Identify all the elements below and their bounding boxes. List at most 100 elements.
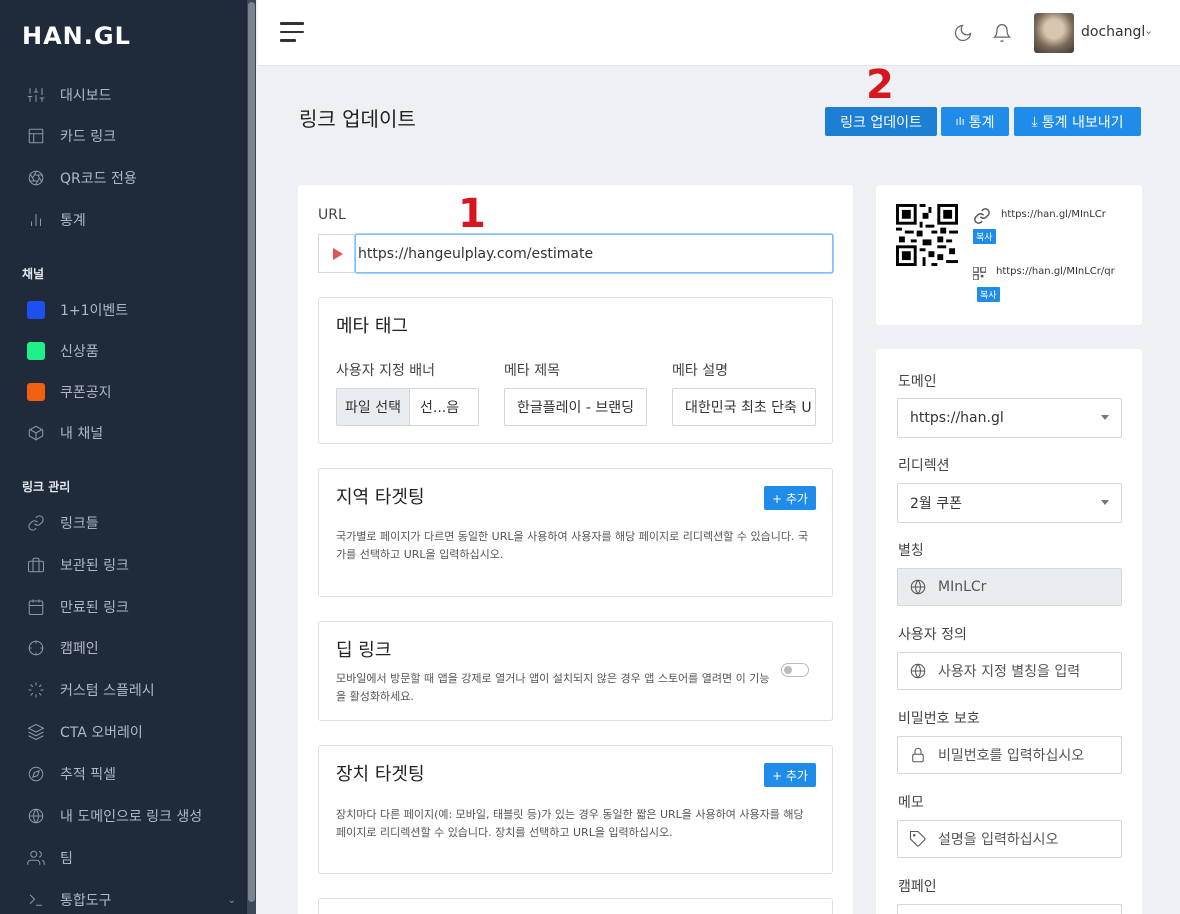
custom-alias-input[interactable]: 사용자 지정 별칭을 입력 [897, 652, 1122, 690]
copy-qr-url-button[interactable]: 복사 [977, 287, 1000, 302]
layers-icon [24, 722, 48, 742]
sidebar-section-links: 링크 관리 [22, 480, 71, 494]
sidebar-item-label: 내 채널 [60, 426, 104, 442]
domain-select[interactable]: https://han.gl [897, 398, 1122, 438]
sidebar-item-label: 내 도메인으로 링크 생성 [60, 809, 203, 825]
sidebar-item-expired[interactable]: 만료된 링크 [24, 592, 244, 622]
channel-color-swatch [24, 382, 48, 402]
sliders-icon [24, 85, 48, 105]
chevron-down-icon: ⌄ [227, 894, 236, 906]
bar-chart-icon: ılı [955, 115, 965, 128]
menu-toggle-icon[interactable] [280, 22, 304, 42]
annotation-2: 2 [866, 62, 894, 108]
aperture-icon [24, 168, 48, 188]
sidebar-item-links[interactable]: 링크들 [24, 508, 244, 538]
moon-icon[interactable] [953, 23, 973, 43]
users-icon [24, 848, 48, 868]
chevron-down-icon[interactable]: ⌄ [1144, 24, 1153, 37]
box-icon [24, 423, 48, 443]
sidebar-item-my-channel[interactable]: 내 채널 [24, 418, 244, 448]
url-input[interactable]: https://hangeulplay.com/estimate [355, 234, 833, 273]
sidebar-item-team[interactable]: 팀 [24, 843, 244, 873]
deep-link-title: 딥 링크 [336, 640, 392, 661]
sidebar-scrollbar[interactable] [247, 0, 256, 914]
banner-file-input[interactable]: 파일 선택 선...음 [336, 388, 479, 426]
annotation-1: 1 [458, 191, 486, 237]
sidebar: HAN.GL 대시보드 카드 링크 QR코드 전용 통계 채널 1+1이벤트 신… [0, 0, 256, 914]
meta-desc-input[interactable]: 대한민국 최초 단축 U [672, 388, 816, 426]
device-targeting-title: 장치 타겟팅 [336, 764, 425, 785]
globe-icon [898, 578, 938, 596]
qr-url-text[interactable]: https://han.gl/MInLCr/qr [996, 266, 1115, 277]
qr-code-image [896, 204, 958, 266]
sidebar-item-stats[interactable]: 통계 [24, 205, 244, 235]
memo-label: 메모 [898, 795, 924, 811]
campaign-label: 캠페인 [898, 879, 937, 895]
link-icon [973, 207, 991, 229]
copy-short-url-button[interactable]: 복사 [973, 229, 996, 244]
stats-button-label: 통계 [968, 114, 995, 131]
sidebar-section-channels: 채널 [22, 267, 45, 281]
export-stats-button[interactable]: ⤓ 통계 내보내기 [1014, 107, 1141, 136]
logo[interactable]: HAN.GL [22, 22, 131, 50]
sidebar-item-label: 만료된 링크 [60, 600, 129, 616]
device-targeting-desc: 장치마다 다른 페이지(예: 모바일, 태블릿 등)가 있는 경우 동일한 짧은… [336, 808, 804, 839]
sidebar-item-label: 캠페인 [60, 641, 99, 657]
update-link-button[interactable]: 링크 업데이트 [825, 107, 937, 136]
channel-color-swatch [24, 341, 48, 361]
password-label: 비밀번호 보호 [898, 711, 980, 727]
username[interactable]: dochangl [1081, 24, 1145, 40]
sidebar-item-archived[interactable]: 보관된 링크 [24, 550, 244, 580]
sidebar-item-channel-new[interactable]: 신상품 [24, 336, 244, 366]
sidebar-item-campaign[interactable]: 캠페인 [24, 633, 244, 663]
alias-label: 별칭 [898, 543, 924, 559]
sidebar-item-cta[interactable]: CTA 오버레이 [24, 717, 244, 747]
device-targeting-card: 장치 타겟팅 + 추가 장치마다 다른 페이지(예: 모바일, 태블릿 등)가 … [318, 745, 833, 874]
sidebar-item-qrcode[interactable]: QR코드 전용 [24, 163, 244, 193]
sidebar-item-label: 카드 링크 [60, 129, 116, 145]
meta-desc-label: 메타 설명 [672, 363, 728, 379]
sidebar-item-label: 통합도구 [60, 893, 112, 909]
play-icon[interactable] [318, 234, 356, 273]
sidebar-item-label: CTA 오버레이 [60, 725, 143, 741]
device-add-button[interactable]: + 추가 [764, 763, 816, 787]
sidebar-item-dashboard[interactable]: 대시보드 [24, 80, 244, 110]
sidebar-item-label: 대시보드 [60, 88, 112, 104]
sidebar-item-integrations[interactable]: 통합도구 ⌄ [24, 885, 244, 914]
deep-link-toggle[interactable] [781, 663, 809, 677]
sidebar-item-label: 팀 [60, 851, 73, 867]
alias-value: MInLCr [938, 579, 987, 595]
alias-input: MInLCr [897, 568, 1122, 606]
file-select-button[interactable]: 파일 선택 [337, 389, 410, 425]
terminal-icon [24, 890, 48, 910]
password-placeholder: 비밀번호를 입력하십시오 [938, 748, 1085, 764]
file-name-text: 선...음 [419, 400, 460, 416]
sidebar-item-channel-coupon[interactable]: 쿠폰공지 [24, 377, 244, 407]
sidebar-item-splash[interactable]: 커스텀 스플레시 [24, 675, 244, 705]
meta-title-input[interactable]: 한글플레이 - 브랜딩 [504, 388, 647, 426]
sidebar-item-label: 1+1이벤트 [60, 303, 129, 319]
campaign-select[interactable] [897, 904, 1122, 914]
link-icon [24, 513, 48, 533]
globe-icon [898, 662, 938, 680]
geo-add-button[interactable]: + 추가 [764, 486, 816, 510]
geo-targeting-title: 지역 타겟팅 [336, 487, 425, 508]
bell-icon[interactable] [992, 23, 1012, 43]
redirect-select[interactable]: 2월 쿠폰 [897, 483, 1122, 523]
meta-tag-card: 메타 태그 사용자 지정 배너 메타 제목 메타 설명 파일 선택 선...음 … [318, 297, 833, 444]
deep-link-card: 딥 링크 모바일에서 방문할 때 앱을 강제로 열거나 앱이 설치되지 않은 경… [318, 621, 833, 721]
download-icon: ⤓ [1031, 113, 1038, 130]
sidebar-item-domain[interactable]: 내 도메인으로 링크 생성 [24, 801, 244, 831]
geo-targeting-card: 지역 타겟팅 + 추가 국가별로 페이지가 다르면 동일한 URL을 사용하여 … [318, 468, 833, 597]
sidebar-item-pixel[interactable]: 추적 픽셀 [24, 759, 244, 789]
sidebar-item-card-link[interactable]: 카드 링크 [24, 121, 244, 151]
sidebar-item-channel-event[interactable]: 1+1이벤트 [24, 295, 244, 325]
short-url-text[interactable]: https://han.gl/MInLCr [1001, 209, 1106, 220]
stats-button[interactable]: ılı 통계 [941, 107, 1009, 136]
password-input[interactable]: 비밀번호를 입력하십시오 [897, 736, 1122, 774]
avatar[interactable] [1034, 13, 1074, 53]
memo-input[interactable]: 설명을 입력하십시오 [897, 820, 1122, 858]
next-section-card [318, 898, 833, 914]
caret-down-icon [1101, 500, 1109, 505]
crosshair-icon [24, 638, 48, 658]
